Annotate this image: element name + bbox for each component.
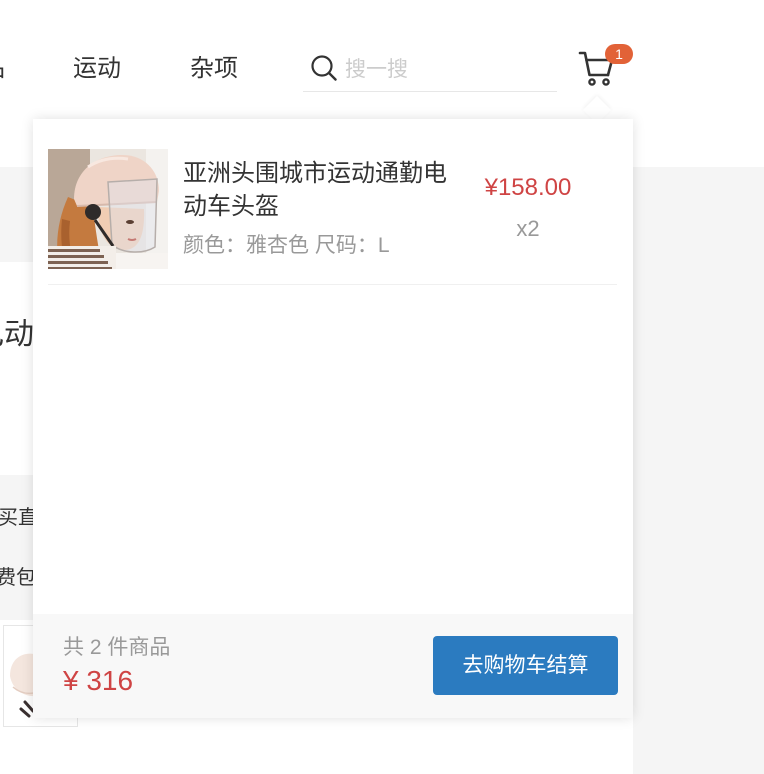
page: 品 运动 杂项 1 电动 买直 费包 (0, 0, 764, 774)
product-image[interactable] (48, 149, 168, 269)
search-icon[interactable] (311, 55, 337, 81)
total-price: ¥ 316 (63, 665, 134, 696)
product-title: 电动 (0, 318, 34, 351)
cart-footer: 共 2 件商品 ¥ 316 去购物车结算 (33, 614, 633, 718)
cart-button[interactable]: 1 (577, 44, 633, 88)
cart-item-list: 亚洲头围城市运动通勤电动车头盔 颜色：雅杏色 尺码：L ¥158.00 x2 (48, 134, 617, 285)
cart-count-badge: 1 (605, 44, 633, 64)
cart-item[interactable]: 亚洲头围城市运动通勤电动车头盔 颜色：雅杏色 尺码：L ¥158.00 x2 (48, 134, 617, 285)
mini-cart-popup: 亚洲头围城市运动通勤电动车头盔 颜色：雅杏色 尺码：L ¥158.00 x2 共… (33, 119, 633, 718)
nav-item-partial[interactable]: 品 (0, 52, 5, 86)
nav-item-misc[interactable]: 杂项 (190, 52, 238, 86)
item-attrs: 颜色：雅杏色 尺码：L (183, 234, 390, 257)
search-input[interactable] (345, 55, 550, 85)
item-price: ¥158.00 (484, 174, 572, 201)
search-box (303, 50, 557, 92)
item-count: 共 2 件商品 (63, 636, 171, 659)
item-quantity: x2 (516, 216, 540, 241)
nav-item-sports[interactable]: 运动 (73, 52, 121, 86)
item-name[interactable]: 亚洲头围城市运动通勤电动车头盔 (183, 157, 453, 223)
promo-line: 费包 (0, 567, 36, 589)
checkout-button[interactable]: 去购物车结算 (433, 636, 618, 695)
item-price-qty: ¥158.00 x2 (453, 149, 603, 269)
item-info: 亚洲头围城市运动通勤电动车头盔 颜色：雅杏色 尺码：L (183, 149, 453, 269)
